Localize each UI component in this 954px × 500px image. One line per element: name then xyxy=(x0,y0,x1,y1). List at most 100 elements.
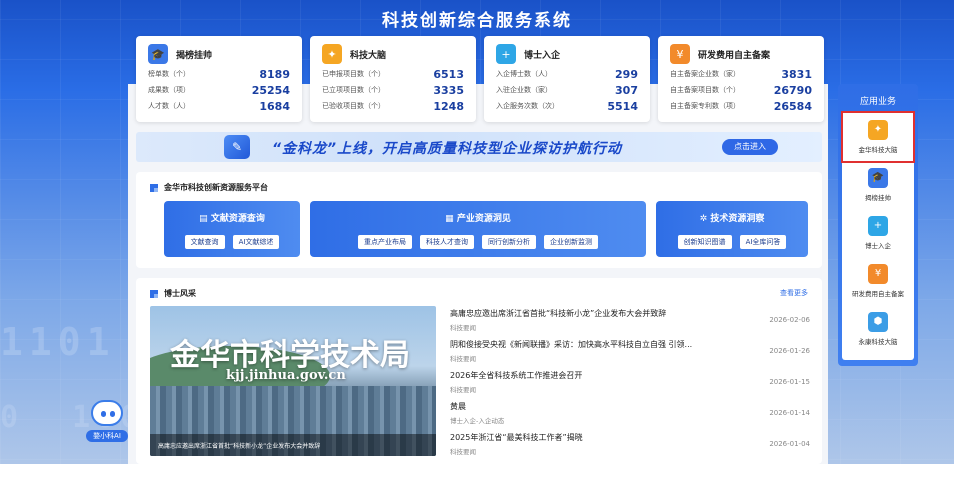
assistant-label: 婺小科AI xyxy=(86,430,128,442)
industry-resource-box[interactable]: ▦ 产业资源洞见 重点产业布局 科技人才查询 同行创新分析 企业创新监测 xyxy=(310,201,646,257)
literature-resource-box[interactable]: ▤ 文献资源查询 文献查询 AI文献综述 xyxy=(164,201,300,257)
news-date: 2026-01-04 xyxy=(769,440,810,448)
pen-icon: ✎ xyxy=(224,135,250,159)
news-item[interactable]: 2025年浙江省“最美科技工作者”揭晓 科技要闻 2026-01-04 xyxy=(450,432,810,463)
stat-card-title: 研发费用自主备案 xyxy=(698,50,771,61)
app-item-yongkang-brain[interactable]: ⬢ 永康科技大脑 xyxy=(842,306,914,352)
knowledge-graph-button[interactable]: 创新知识图谱 xyxy=(677,235,732,249)
news-photo[interactable]: 金华市科学技术局 kjj.jinhua.gov.cn 高庸忠应邀出席浙江省首批“… xyxy=(150,306,436,456)
technology-resource-title: ✲ 技术资源洞察 xyxy=(656,211,808,224)
robot-eye xyxy=(101,411,106,417)
ai-literature-review-button[interactable]: AI文献综述 xyxy=(232,235,280,249)
app-panel-title: 应用业务 xyxy=(859,97,896,107)
news-item[interactable]: 2026年全省科技系统工作推进会召开 科技要闻 2026-01-15 xyxy=(450,370,810,401)
section-marker-icon xyxy=(150,183,158,192)
photo-url: kjj.jinhua.gov.cn xyxy=(226,368,346,383)
industry-layout-button[interactable]: 重点产业布局 xyxy=(358,235,412,249)
news-date: 2026-01-14 xyxy=(769,409,810,417)
talent-query-button[interactable]: 科技人才查询 xyxy=(420,235,474,249)
document-fee-icon: ¥ xyxy=(670,44,690,64)
literature-query-button[interactable]: 文献查询 xyxy=(184,235,225,249)
app-label: 揭榜挂帅 xyxy=(865,194,891,202)
stat-value: 26790 xyxy=(773,83,812,97)
stat-card-jiebang[interactable]: 🎓 揭榜挂帅 榜单数（个） 8189 成果数（项） 25254 人才数（人） 1684 xyxy=(136,36,302,122)
news-date: 2026-01-26 xyxy=(769,347,810,355)
promo-banner[interactable]: ✎ “金科龙”上线，开启高质量科技型企业探访护航行动 点击进入 xyxy=(136,132,822,162)
platform-title: 金华市科技创新资源服务平台 xyxy=(150,182,268,193)
stat-label: 人才数（人） xyxy=(148,102,190,110)
network-icon: ✲ xyxy=(699,214,711,224)
news-item[interactable]: 高庸忠应邀出席浙江省首批“科技新小龙”企业发布大会并致辞 科技要闻 2026-0… xyxy=(450,308,810,339)
stat-card-title: 科技大脑 xyxy=(350,50,387,61)
document-fee-icon: ¥ xyxy=(868,264,888,284)
page-title: 科技创新综合服务系统 xyxy=(382,11,572,31)
peer-analysis-button[interactable]: 同行创新分析 xyxy=(482,235,536,249)
literature-resource-title: ▤ 文献资源查询 xyxy=(164,211,300,224)
news-list: 高庸忠应邀出席浙江省首批“科技新小龙”企业发布大会并致辞 科技要闻 2026-0… xyxy=(450,308,810,463)
stat-value: 307 xyxy=(615,83,638,97)
stat-label: 已立项项目数（个） xyxy=(322,86,385,94)
view-more-link[interactable]: 查看更多 xyxy=(780,288,808,298)
photo-caption: 高庸忠应邀出席浙江省首批“科技新小龙”企业发布大会并致辞 xyxy=(150,434,436,456)
stat-label: 自主备案项目数（个） xyxy=(670,86,740,94)
banner-text: “金科龙”上线，开启高质量科技型企业探访护航行动 xyxy=(272,141,623,157)
graduation-cap-icon: 🎓 xyxy=(148,44,168,64)
news-source: 科技要闻 xyxy=(450,355,476,363)
banner-enter-button[interactable]: 点击进入 xyxy=(722,139,778,155)
doctor-plus-icon: + xyxy=(496,44,516,64)
app-label: 博士入企 xyxy=(865,242,891,250)
stat-value: 1684 xyxy=(259,99,290,113)
app-label: 永康科技大脑 xyxy=(858,338,898,346)
stat-label: 入驻企业数（家） xyxy=(496,86,552,94)
section-title-text: 技术资源洞察 xyxy=(710,214,765,224)
news-headline[interactable]: 黄晨 xyxy=(450,401,810,412)
technology-resource-box[interactable]: ✲ 技术资源洞察 创新知识图谱 AI全库问答 xyxy=(656,201,808,257)
news-date: 2026-01-15 xyxy=(769,378,810,386)
news-source: 科技要闻 xyxy=(450,324,476,332)
stat-value: 3831 xyxy=(781,67,812,81)
stat-card-brain[interactable]: ✦ 科技大脑 已申报项目数（个） 6513 已立项项目数（个） 3335 已验收项目… xyxy=(310,36,476,122)
ai-assistant-button[interactable]: 婺小科AI xyxy=(84,398,130,444)
stat-label: 成果数（项） xyxy=(148,86,190,94)
stat-label: 已申报项目数（个） xyxy=(322,70,385,78)
news-item[interactable]: 阴和俊接受央视《新闻联播》采访：加快高水平科技自立自强 引领... 科技要闻 2… xyxy=(450,339,810,370)
database-icon: ▦ xyxy=(445,214,457,224)
stat-value: 8189 xyxy=(259,67,290,81)
news-source: 科技要闻 xyxy=(450,448,476,456)
doctor-news-section: 博士风采 查看更多 金华市科学技术局 kjj.jinhua.gov.cn 高庸忠… xyxy=(136,278,822,464)
stat-value: 6513 xyxy=(433,67,464,81)
news-source: 科技要闻 xyxy=(450,386,476,394)
stat-value: 26584 xyxy=(773,99,812,113)
news-headline[interactable]: 2026年全省科技系统工作推进会召开 xyxy=(450,370,810,381)
stat-card-title: 博士入企 xyxy=(524,50,561,61)
app-item-jiebang[interactable]: 🎓 揭榜挂帅 xyxy=(842,162,914,208)
ai-qa-button[interactable]: AI全库问答 xyxy=(739,235,787,249)
enterprise-monitor-button[interactable]: 企业创新监测 xyxy=(544,235,598,249)
app-item-rd-filing[interactable]: ¥ 研发费用自主备案 xyxy=(842,258,914,304)
stat-value: 3335 xyxy=(433,83,464,97)
doctor-plus-icon: + xyxy=(868,216,888,236)
news-headline[interactable]: 2025年浙江省“最美科技工作者”揭晓 xyxy=(450,432,810,443)
stat-card-rd-filing[interactable]: ¥ 研发费用自主备案 自主备案企业数（家） 3831 自主备案项目数（个） 2679… xyxy=(658,36,824,122)
industry-resource-title: ▦ 产业资源洞见 xyxy=(310,211,646,224)
stat-card-title: 揭榜挂帅 xyxy=(176,50,213,61)
stat-label: 榜单数（个） xyxy=(148,70,190,78)
section-title-text: 产业资源洞见 xyxy=(456,214,511,224)
stat-value: 1248 xyxy=(433,99,464,113)
stat-card-doctor[interactable]: + 博士入企 入企博士数（人） 299 入驻企业数（家） 307 入企服务次数（次）… xyxy=(484,36,650,122)
hexagon-icon: ⬢ xyxy=(868,312,888,332)
news-date: 2026-02-06 xyxy=(769,316,810,324)
news-headline[interactable]: 高庸忠应邀出席浙江省首批“科技新小龙”企业发布大会并致辞 xyxy=(450,308,810,319)
news-title: 博士风采 xyxy=(150,288,196,299)
news-headline[interactable]: 阴和俊接受央视《新闻联播》采访：加快高水平科技自立自强 引领... xyxy=(450,339,810,350)
news-item[interactable]: 黄晨 博士入企-入企动态 2026-01-14 xyxy=(450,401,810,432)
stat-label: 自主备案专利数（项） xyxy=(670,102,740,110)
app-label: 研发费用自主备案 xyxy=(852,290,904,298)
stat-value: 299 xyxy=(615,67,638,81)
brain-icon: ✦ xyxy=(322,44,342,64)
app-item-doctor[interactable]: + 博士入企 xyxy=(842,210,914,256)
app-business-panel: 应用业务 ✦ 金华科技大脑 🎓 揭榜挂帅 + 博士入企 ¥ 研发费用自主备案 ⬢… xyxy=(838,84,918,366)
stat-value: 5514 xyxy=(607,99,638,113)
robot-icon xyxy=(91,400,123,426)
stat-label: 自主备案企业数（家） xyxy=(670,70,740,78)
